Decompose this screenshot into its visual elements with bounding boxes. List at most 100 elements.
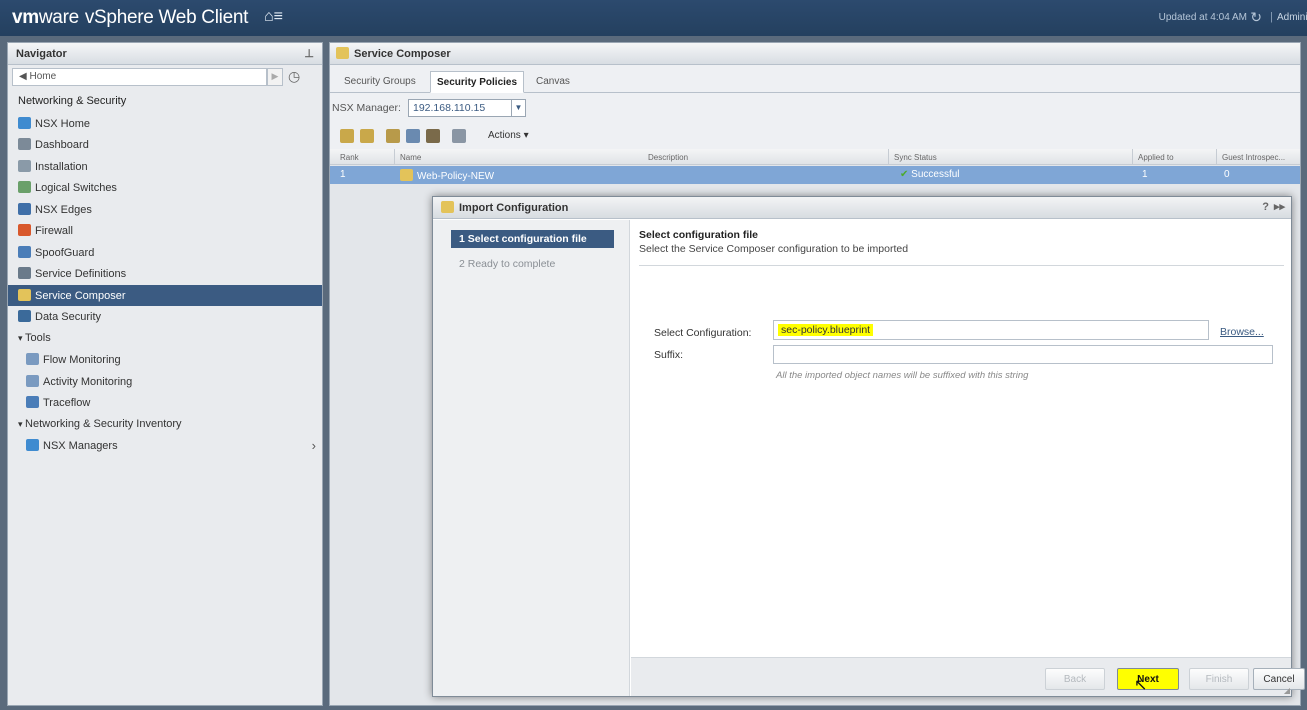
navigator-title: Navigator — [16, 48, 67, 60]
nav-section-tools[interactable]: ▾ Tools — [8, 328, 322, 350]
sidebar-item-service-composer[interactable]: Service Composer — [8, 284, 322, 306]
grid-header: Rank Name Description Sync Status Applie… — [330, 149, 1300, 165]
firewall-icon — [18, 224, 31, 236]
select-configuration-value: sec-policy.blueprint — [778, 324, 874, 336]
priority-icon[interactable] — [406, 129, 420, 143]
row-name-cell: Web-Policy-NEW — [400, 169, 494, 182]
select-configuration-field[interactable]: sec-policy.blueprint — [773, 320, 1209, 340]
select-configuration-label: Select Configuration: — [654, 327, 752, 339]
export-icon[interactable] — [426, 129, 440, 143]
traceflow-icon — [26, 396, 39, 408]
navigator-panel: Navigator ⊥ ◀ Home ▶ ◷ Networking & Secu… — [7, 42, 323, 706]
row-rank: 1 — [340, 169, 346, 180]
create-policy-icon[interactable] — [340, 129, 354, 143]
sidebar-item-label: Firewall — [35, 225, 73, 237]
back-button[interactable]: Back — [1045, 668, 1105, 690]
history-icon[interactable]: ◷ — [288, 68, 300, 85]
chevron-down-icon: ▼ — [511, 100, 525, 116]
column-header-sync-status[interactable]: Sync Status — [894, 153, 937, 162]
sidebar-item-label: Service Composer — [35, 289, 126, 302]
tab-bar: Security Groups Security Policies Canvas — [330, 69, 1300, 93]
refresh-icon[interactable]: ↻ — [1250, 9, 1262, 26]
dashboard-icon — [18, 138, 31, 150]
nav-section-networking-and-security-inventory[interactable]: ▾ Networking & Security Inventory — [8, 414, 322, 436]
sidebar-item-data-security[interactable]: Data Security — [8, 306, 322, 328]
sidebar-item-label: SpoofGuard — [35, 246, 95, 259]
sidebar-item-firewall[interactable]: Firewall — [8, 220, 322, 242]
row-name: Web-Policy-NEW — [417, 171, 495, 182]
help-icon[interactable]: ? — [1262, 201, 1269, 213]
main-title: Service Composer — [354, 48, 451, 60]
dialog-footer: Back Next Finish Cancel — [631, 657, 1305, 696]
tab-canvas[interactable]: Canvas — [530, 71, 576, 93]
collapse-icon[interactable]: ▾ — [18, 333, 25, 343]
sidebar-item-logical-switches[interactable]: Logical Switches — [8, 177, 322, 199]
row-applied-to: 1 — [1142, 169, 1148, 180]
edit-policy-icon[interactable] — [360, 129, 374, 143]
step-select-configuration-file[interactable]: 1 Select configuration file — [451, 230, 614, 248]
sidebar-item-label: NSX Managers — [43, 440, 118, 452]
sync-status-text: Successful — [911, 169, 960, 180]
service-composer-icon — [336, 47, 349, 59]
column-header-applied-to[interactable]: Applied to — [1138, 153, 1174, 162]
column-header-guest-introspection[interactable]: Guest Introspec... — [1222, 153, 1285, 162]
sidebar-item-nsx-managers[interactable]: NSX Managers › — [8, 435, 322, 457]
column-header-description[interactable]: Description — [648, 153, 688, 162]
apply-policy-icon[interactable] — [386, 129, 400, 143]
expand-icon[interactable]: ▸▸ — [1274, 200, 1285, 213]
sidebar-item-activity-monitoring[interactable]: Activity Monitoring — [8, 371, 322, 393]
dialog-title-bar: Import Configuration ? ▸▸ — [433, 197, 1291, 219]
sidebar-item-label: Networking & Security — [18, 95, 127, 107]
collapse-icon[interactable]: ▾ — [18, 419, 25, 429]
brand-vm: vm — [12, 7, 39, 28]
suffix-input[interactable] — [773, 345, 1273, 364]
home-label: Home — [29, 71, 57, 82]
next-button[interactable]: Next — [1117, 668, 1179, 690]
flow-monitoring-icon — [26, 353, 39, 365]
sidebar-item-service-definitions[interactable]: Service Definitions — [8, 263, 322, 285]
column-header-name[interactable]: Name — [400, 153, 421, 162]
logical-switches-icon — [18, 181, 31, 193]
sidebar-item-flow-monitoring[interactable]: Flow Monitoring — [8, 349, 322, 371]
sidebar-item-nsx-home[interactable]: NSX Home — [8, 113, 322, 135]
sidebar-item-nsx-edges[interactable]: NSX Edges — [8, 199, 322, 221]
table-row[interactable]: 1 Web-Policy-NEW ✔ Successful 1 0 — [330, 166, 1300, 184]
home-back-button[interactable]: ◀ Home — [12, 68, 267, 86]
content-subtitle: Select the Service Composer configuratio… — [639, 243, 909, 255]
column-header-rank[interactable]: Rank — [340, 153, 359, 162]
policy-icon — [400, 169, 413, 181]
tab-security-groups[interactable]: Security Groups — [338, 71, 422, 93]
checkmark-icon: ✔ — [900, 169, 909, 180]
separator: | — [1270, 11, 1273, 23]
resize-handle-icon[interactable]: ◢ — [1284, 686, 1290, 695]
chevron-right-icon[interactable]: › — [312, 438, 316, 453]
cancel-button[interactable]: Cancel — [1253, 668, 1305, 690]
user-menu[interactable]: Adminis — [1277, 12, 1307, 23]
sidebar-item-spoofguard[interactable]: SpoofGuard — [8, 242, 322, 264]
actions-menu[interactable]: Actions ▾ — [488, 130, 529, 141]
browse-button[interactable]: Browse... — [1220, 326, 1264, 338]
sidebar-item-label: NSX Home — [35, 117, 91, 130]
forward-button[interactable]: ▶ — [267, 68, 283, 86]
sidebar-item-label: Data Security — [35, 311, 102, 323]
row-guest-introspection: 0 — [1224, 169, 1230, 180]
spoofguard-icon — [18, 245, 31, 258]
home-menu-icon[interactable]: ⌂≡ — [264, 8, 283, 26]
nsx-manager-select[interactable]: 192.168.110.15 ▼ — [408, 99, 526, 117]
nav-section-networking-and-security[interactable]: Networking & Security — [8, 91, 322, 113]
sidebar-item-installation[interactable]: Installation — [8, 156, 322, 178]
sidebar-item-label: Activity Monitoring — [43, 375, 133, 388]
pin-icon[interactable]: ⊥ — [304, 47, 314, 60]
finish-button[interactable]: Finish — [1189, 668, 1249, 690]
wizard-content: Select configuration file Select the Ser… — [639, 220, 1289, 656]
sidebar-item-label: Flow Monitoring — [43, 354, 121, 366]
content-title: Select configuration file — [639, 229, 759, 241]
brand-ware: ware — [38, 7, 79, 28]
sidebar-item-traceflow[interactable]: Traceflow — [8, 392, 322, 414]
step-ready-to-complete: 2 Ready to complete — [459, 258, 556, 270]
nsx-manager-value: 192.168.110.15 — [413, 102, 486, 114]
tab-security-policies[interactable]: Security Policies — [430, 71, 525, 93]
service-composer-icon — [18, 288, 31, 301]
divider — [639, 265, 1284, 266]
sidebar-item-dashboard[interactable]: Dashboard — [8, 134, 322, 156]
